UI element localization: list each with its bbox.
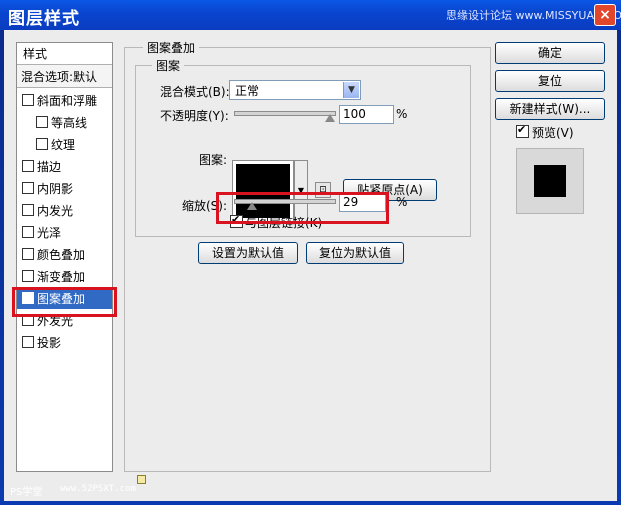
style-item-inner-glow[interactable]: 内发光: [17, 199, 112, 221]
style-item-bevel-emboss[interactable]: 斜面和浮雕: [17, 89, 112, 111]
style-list-header: 样式: [23, 47, 48, 61]
checkbox-icon[interactable]: [22, 270, 34, 282]
resize-grip-icon[interactable]: [137, 475, 146, 484]
chevron-down-icon[interactable]: ▼: [343, 82, 359, 98]
highlight-box-pattern-overlay: [12, 287, 117, 317]
pattern-overlay-group-title: 图案叠加: [143, 39, 200, 56]
checkbox-icon[interactable]: [22, 204, 34, 216]
opacity-unit: %: [396, 107, 408, 121]
dialog-client-area: 样式 混合选项:默认 斜面和浮雕 等高线 纹理 描边 内阴影 内发光 光泽 颜色…: [4, 30, 617, 501]
style-item-label: 渐变叠加: [37, 270, 86, 284]
close-icon[interactable]: ×: [594, 4, 616, 26]
style-item-color-overlay[interactable]: 颜色叠加: [17, 243, 112, 265]
style-preview: [516, 148, 584, 214]
style-item-label: 投影: [37, 336, 62, 350]
blend-options-label: 混合选项:默认: [21, 70, 98, 84]
blend-mode-select[interactable]: 正常 ▼: [229, 80, 361, 100]
preview-square: [534, 165, 566, 197]
opacity-input[interactable]: 100: [339, 105, 394, 124]
opacity-slider-thumb-icon[interactable]: [325, 114, 335, 122]
style-item-gradient-overlay[interactable]: 渐变叠加: [17, 265, 112, 287]
style-item-contour[interactable]: 等高线: [17, 111, 112, 133]
opacity-value: 100: [343, 107, 366, 121]
scale-unit: %: [396, 195, 408, 209]
checkbox-icon[interactable]: [22, 336, 34, 348]
checkbox-icon[interactable]: [22, 94, 34, 106]
preview-checkbox[interactable]: ✔: [516, 123, 529, 138]
checkbox-icon[interactable]: [22, 160, 34, 172]
opacity-slider-track[interactable]: [234, 111, 336, 116]
pattern-label: 图案:: [199, 153, 228, 167]
checkbox-icon[interactable]: [36, 138, 48, 150]
style-item-stroke[interactable]: 描边: [17, 155, 112, 177]
opacity-label: 不透明度(Y):: [160, 109, 229, 123]
preview-label: 预览(V): [532, 126, 574, 140]
style-item-texture[interactable]: 纹理: [17, 133, 112, 155]
style-item-label: 斜面和浮雕: [37, 94, 98, 108]
style-item-inner-shadow[interactable]: 内阴影: [17, 177, 112, 199]
style-item-label: 颜色叠加: [37, 248, 86, 262]
style-list: 样式 混合选项:默认 斜面和浮雕 等高线 纹理 描边 内阴影 内发光 光泽 颜色…: [16, 42, 113, 472]
style-item-satin[interactable]: 光泽: [17, 221, 112, 243]
blend-options-item[interactable]: 混合选项:默认: [17, 64, 112, 88]
window-title: 图层样式: [8, 9, 80, 29]
reset-button[interactable]: 复位: [495, 70, 605, 92]
highlight-box-scale: [216, 192, 389, 224]
blend-mode-value: 正常: [235, 84, 260, 98]
new-style-button[interactable]: 新建样式(W)...: [495, 98, 605, 120]
checkbox-icon[interactable]: [36, 116, 48, 128]
style-item-label: 等高线: [51, 116, 88, 130]
ok-button[interactable]: 确定: [495, 42, 605, 64]
style-item-label: 内阴影: [37, 182, 74, 196]
layer-style-dialog: 图层样式 思缘设计论坛 www.MISSYUAN.COM × 样式 混合选项:默…: [0, 0, 621, 505]
footer-logo: PS学堂: [10, 487, 43, 498]
style-item-label: 纹理: [51, 138, 76, 152]
blend-mode-label: 混合模式(B):: [160, 85, 230, 99]
footer-site: www.52PSXT.com: [60, 484, 136, 494]
checkbox-icon[interactable]: [22, 226, 34, 238]
style-item-label: 光泽: [37, 226, 62, 240]
reset-default-button[interactable]: 复位为默认值: [306, 242, 404, 264]
pattern-subgroup-title: 图案: [152, 57, 185, 74]
set-default-button[interactable]: 设置为默认值: [198, 242, 298, 264]
style-item-label: 内发光: [37, 204, 74, 218]
style-item-drop-shadow[interactable]: 投影: [17, 331, 112, 353]
title-bar[interactable]: 图层样式 思缘设计论坛 www.MISSYUAN.COM ×: [0, 0, 621, 30]
checkbox-icon[interactable]: [22, 248, 34, 260]
checkbox-icon[interactable]: [22, 182, 34, 194]
style-item-label: 描边: [37, 160, 62, 174]
